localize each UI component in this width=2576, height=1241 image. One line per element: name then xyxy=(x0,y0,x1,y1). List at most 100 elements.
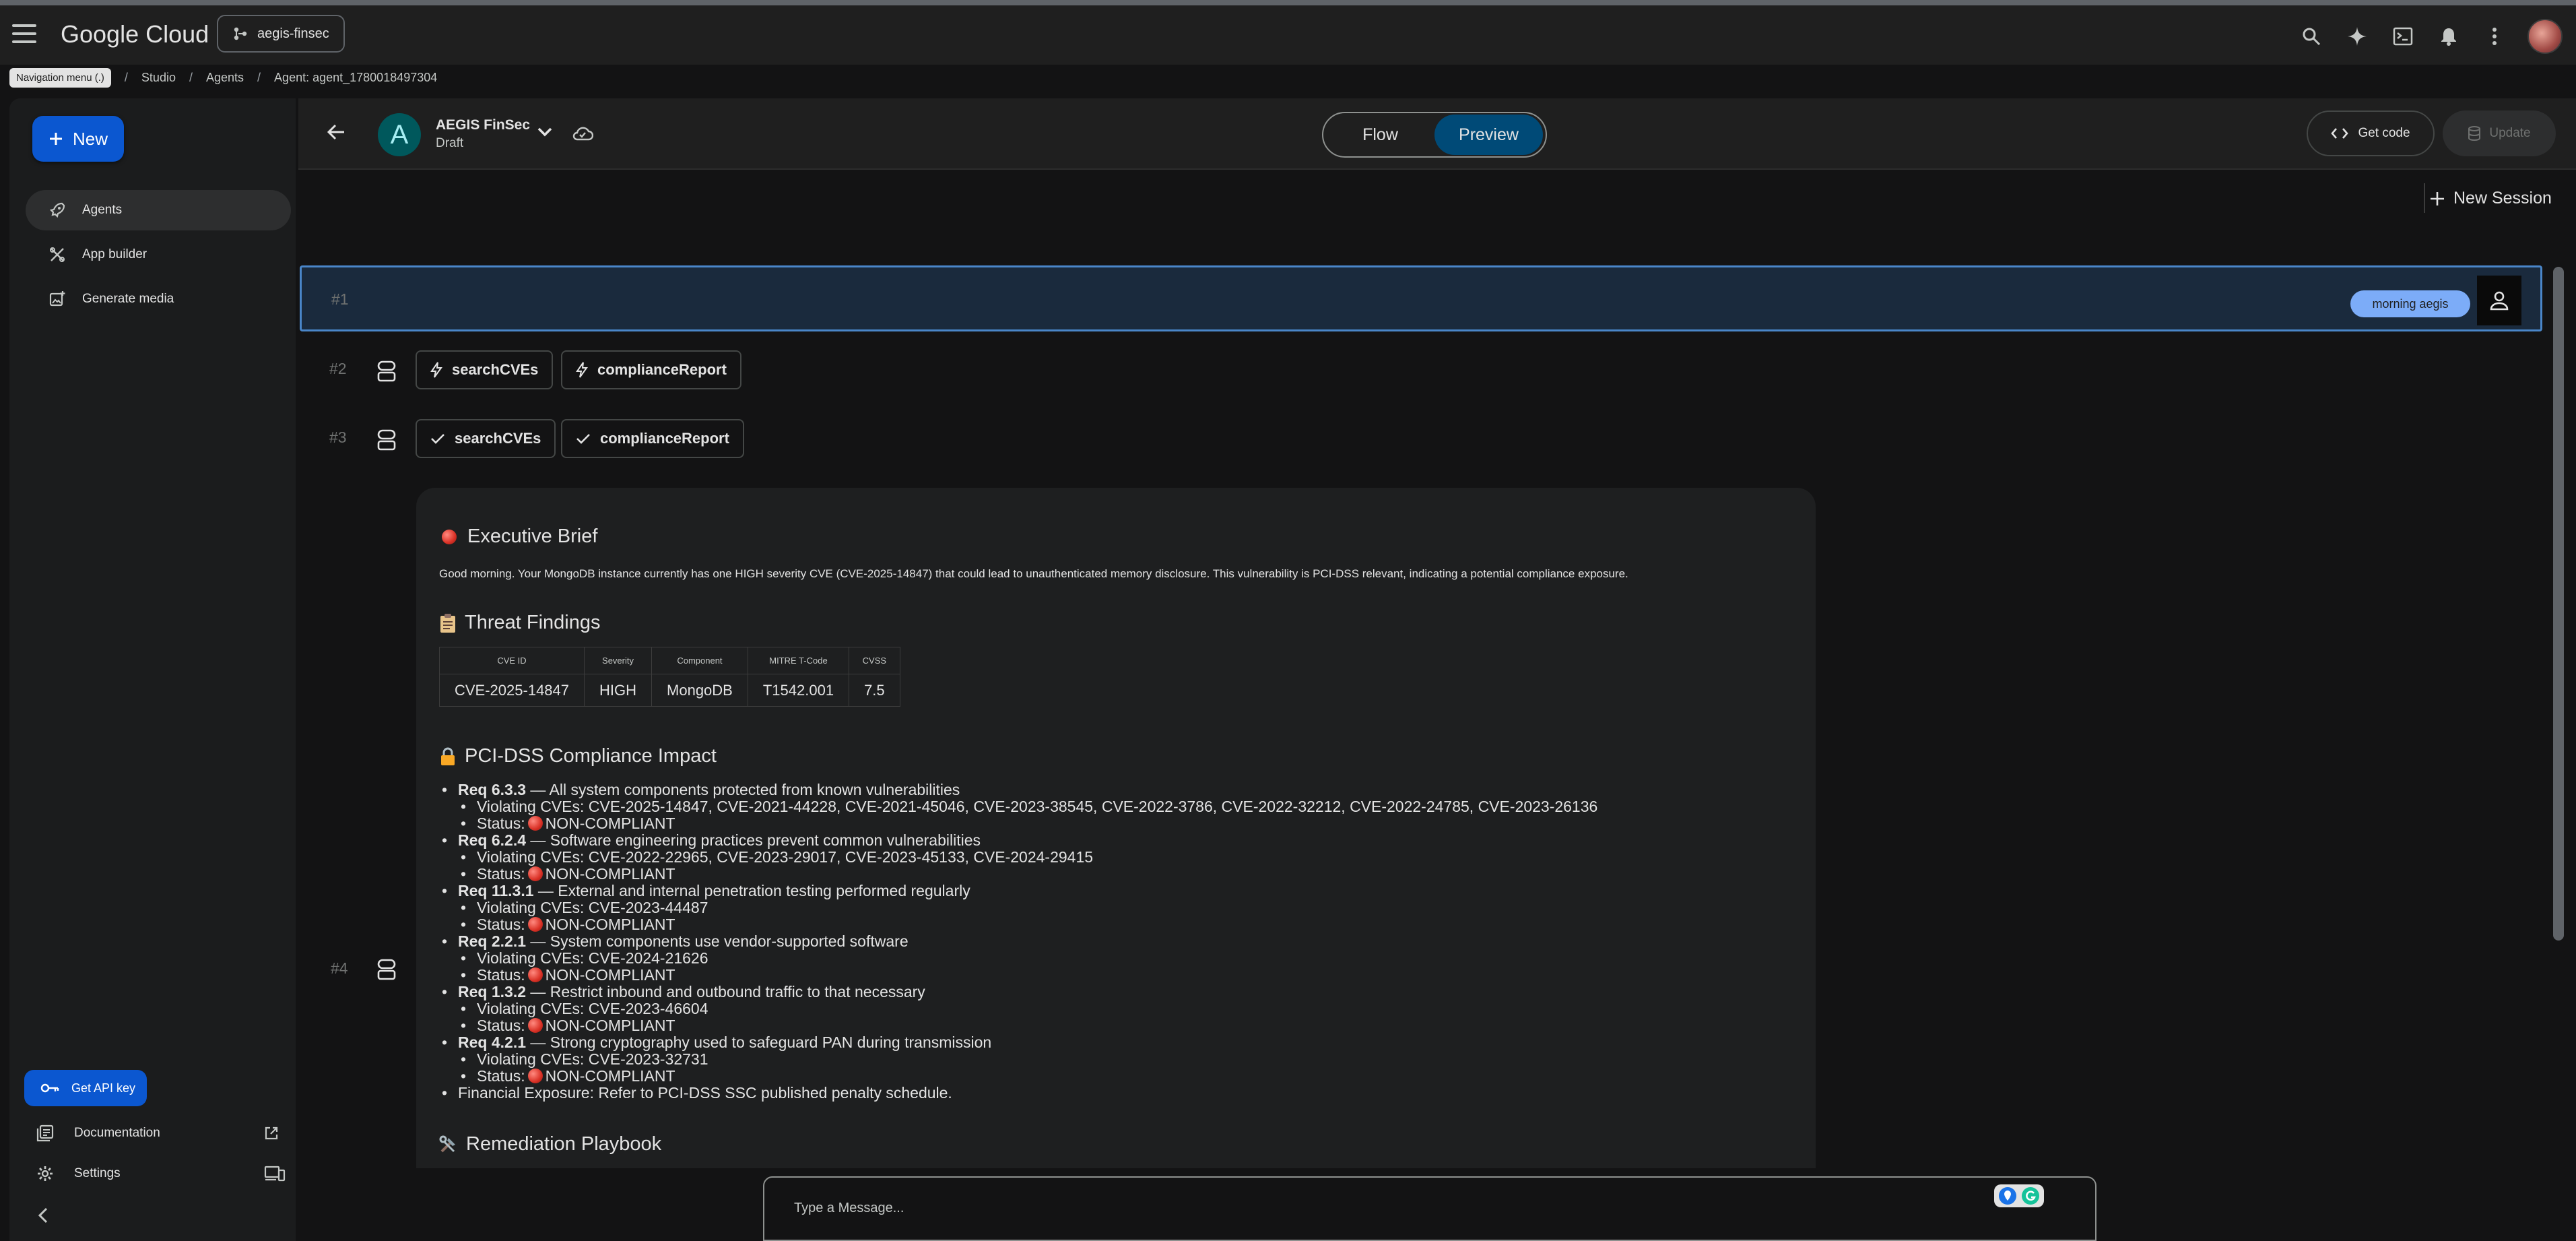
check-icon xyxy=(431,434,444,444)
list-item: Status: NON-COMPLIANT xyxy=(440,916,1597,934)
status-prefix: Status: xyxy=(477,1017,525,1034)
cloud-save-icon[interactable] xyxy=(572,125,594,145)
req-desc: — Restrict inbound and outbound traffic … xyxy=(526,983,925,1000)
status-prefix: Status: xyxy=(477,916,525,933)
list-item: Req 1.3.2 — Restrict inbound and outboun… xyxy=(440,983,1597,1001)
notifications-icon[interactable] xyxy=(2436,24,2462,49)
executive-brief-text: Good morning. Your MongoDB instance curr… xyxy=(439,567,1628,580)
agent-status: Draft xyxy=(436,136,464,150)
conversation-row-tools-running: #2 searchCVEs complianceReport xyxy=(298,350,1107,391)
google-cloud-logo[interactable]: Google Cloud xyxy=(61,20,209,49)
column-header: CVSS xyxy=(849,647,900,674)
agent-name: AEGIS FinSec xyxy=(436,117,531,133)
plus-icon xyxy=(2431,191,2444,205)
new-session-button[interactable]: New Session xyxy=(2429,189,2552,208)
breadcrumb: Navigation menu (.) / Studio / Agents / … xyxy=(9,66,437,89)
table-cell: CVE-2025-14847 xyxy=(438,674,585,707)
req-desc: — System components use vendor-supported… xyxy=(526,932,909,950)
documentation-label: Documentation xyxy=(74,1126,160,1140)
check-icon xyxy=(576,434,590,444)
avatar[interactable] xyxy=(2528,19,2563,54)
writing-assistant-icons[interactable] xyxy=(1994,1184,2044,1207)
cloud-shell-icon[interactable] xyxy=(2390,24,2416,49)
tools-icon xyxy=(50,247,65,262)
list-item: Violating CVEs: CVE-2024-21626 xyxy=(440,950,1597,967)
grammarly-icon xyxy=(2022,1187,2039,1205)
breadcrumb-agent[interactable]: Agent: agent_1780018497304 xyxy=(274,71,437,85)
person-icon xyxy=(2477,276,2521,325)
req-desc: — All system components protected from k… xyxy=(526,781,960,798)
tool-chip-compliancereport[interactable]: complianceReport xyxy=(561,350,741,389)
scrollbar-thumb[interactable] xyxy=(2553,267,2564,941)
pci-requirements-list: Req 6.3.3 — All system components protec… xyxy=(440,782,1597,1102)
project-name: aegis-finsec xyxy=(257,26,329,41)
collapse-sidebar-icon[interactable] xyxy=(36,1201,50,1230)
conversation-row-user[interactable]: #1 morning aegis xyxy=(300,265,2542,331)
get-code-button[interactable]: Get code xyxy=(2307,110,2435,156)
threat-findings-heading: Threat Findings xyxy=(439,612,601,634)
tool-name: searchCVEs xyxy=(452,361,539,378)
list-item: Req 6.2.4 — Software engineering practic… xyxy=(440,831,1597,850)
tool-name: complianceReport xyxy=(597,361,727,378)
documentation-icon xyxy=(36,1124,54,1142)
table-header-row: CVE ID Severity Component MITRE T-Code C… xyxy=(438,647,900,674)
sidebar-item-generate-media[interactable]: Generate media xyxy=(26,279,291,319)
chevron-down-icon[interactable] xyxy=(537,127,553,141)
sidebar-item-agents[interactable]: Agents xyxy=(26,190,291,230)
lock-icon xyxy=(441,747,455,765)
new-button[interactable]: New xyxy=(32,116,124,162)
tab-preview[interactable]: Preview xyxy=(1434,115,1543,155)
list-item: Req 4.2.1 — Strong cryptography used to … xyxy=(440,1034,1597,1052)
scrollbar[interactable] xyxy=(2548,267,2568,1176)
column-header: MITRE T-Code xyxy=(747,647,850,674)
devices-icon[interactable] xyxy=(264,1165,286,1182)
project-selector[interactable]: aegis-finsec xyxy=(217,15,345,53)
threat-findings-table: CVE ID Severity Component MITRE T-Code C… xyxy=(438,647,900,707)
divider xyxy=(2424,183,2425,213)
plus-icon xyxy=(49,133,62,145)
gemini-spark-icon[interactable] xyxy=(2344,24,2370,49)
get-api-key-button[interactable]: Get API key xyxy=(24,1070,147,1106)
agent-avatar: A xyxy=(378,113,421,156)
agent-response-card: Executive Brief Good morning. Your Mongo… xyxy=(416,488,1816,1168)
tools-icon xyxy=(439,1135,455,1152)
bolt-icon xyxy=(576,362,588,378)
open-in-new-icon xyxy=(265,1126,278,1140)
status-badge: NON-COMPLIANT xyxy=(545,916,675,933)
list-item: Status: NON-COMPLIANT xyxy=(440,967,1597,984)
sidebar-item-label: App builder xyxy=(82,247,147,261)
tab-flow[interactable]: Flow xyxy=(1326,115,1434,155)
breadcrumb-agents[interactable]: Agents xyxy=(206,71,244,85)
breadcrumb-separator: / xyxy=(124,70,128,84)
bolt-icon xyxy=(430,362,442,378)
status-badge: NON-COMPLIANT xyxy=(545,1067,675,1085)
req-desc: — Software engineering practices prevent… xyxy=(526,831,981,849)
rocket-icon xyxy=(49,202,65,218)
list-item: Status: NON-COMPLIANT xyxy=(440,1017,1597,1035)
message-input[interactable]: Type a Message... xyxy=(794,1201,904,1216)
hamburger-menu-icon[interactable] xyxy=(12,24,36,43)
red-circle-icon xyxy=(527,1018,543,1033)
more-vert-icon[interactable] xyxy=(2482,24,2507,49)
settings-link[interactable]: Settings xyxy=(36,1159,286,1188)
update-button[interactable]: Update xyxy=(2443,110,2556,156)
row-number: #4 xyxy=(331,959,348,977)
tool-chip-searchcves[interactable]: searchCVEs xyxy=(416,350,554,389)
back-arrow-icon[interactable] xyxy=(325,121,347,146)
red-circle-icon xyxy=(527,866,543,881)
breadcrumb-separator: / xyxy=(189,70,193,84)
message-composer[interactable]: Type a Message... xyxy=(763,1176,2096,1241)
main-panel: A AEGIS FinSec Draft Flow Preview Get co… xyxy=(298,98,2576,1241)
breadcrumb-studio[interactable]: Studio xyxy=(141,71,176,85)
tool-chip-searchcves[interactable]: searchCVEs xyxy=(416,419,556,458)
search-icon[interactable] xyxy=(2299,24,2324,49)
list-item: Violating CVEs: CVE-2022-22965, CVE-2023… xyxy=(440,849,1597,866)
status-prefix: Status: xyxy=(477,966,525,984)
list-item: Req 6.3.3 — All system components protec… xyxy=(440,781,1597,799)
tool-chip-compliancereport[interactable]: complianceReport xyxy=(561,419,744,458)
user-message-chip[interactable]: morning aegis xyxy=(2350,290,2470,317)
column-header: CVE ID xyxy=(438,647,585,674)
list-item: Status: NON-COMPLIANT xyxy=(440,1068,1597,1085)
sidebar-item-app-builder[interactable]: App builder xyxy=(26,234,291,275)
documentation-link[interactable]: Documentation xyxy=(36,1118,279,1148)
